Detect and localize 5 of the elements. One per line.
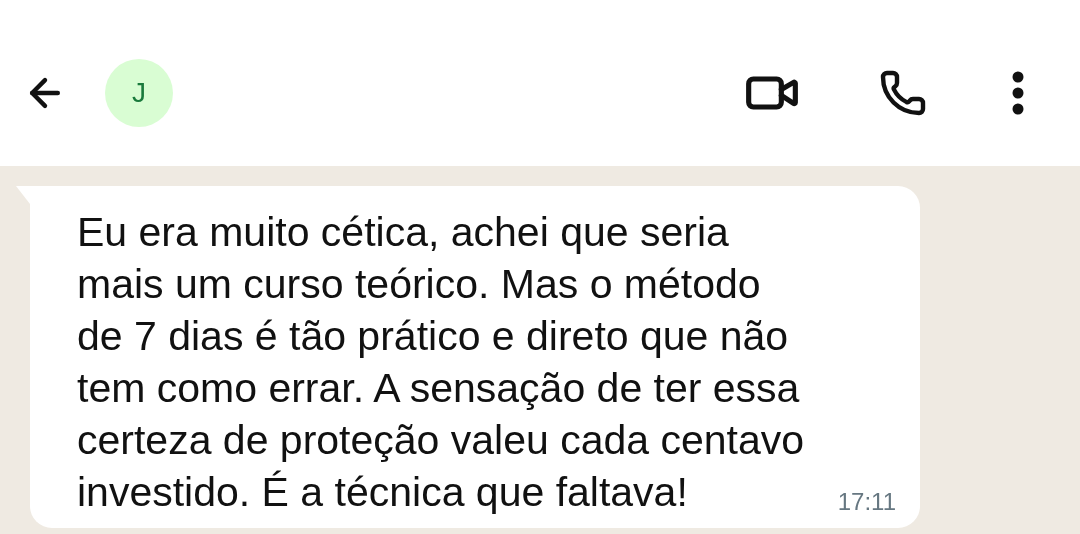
contact-avatar[interactable]: J	[105, 59, 173, 127]
message-text: Eu era muito cética, achei que seria mais um curso teórico. Mas o método de 7 dias é tão prático e direto que não tem como errar. A sensação de ter essa certeza de proteção valeu cada centavo investido. É a técnica que faltava!	[77, 208, 805, 517]
menu-icon	[1012, 71, 1024, 115]
message-time: 17:11	[837, 487, 896, 517]
phone-icon	[879, 69, 927, 117]
